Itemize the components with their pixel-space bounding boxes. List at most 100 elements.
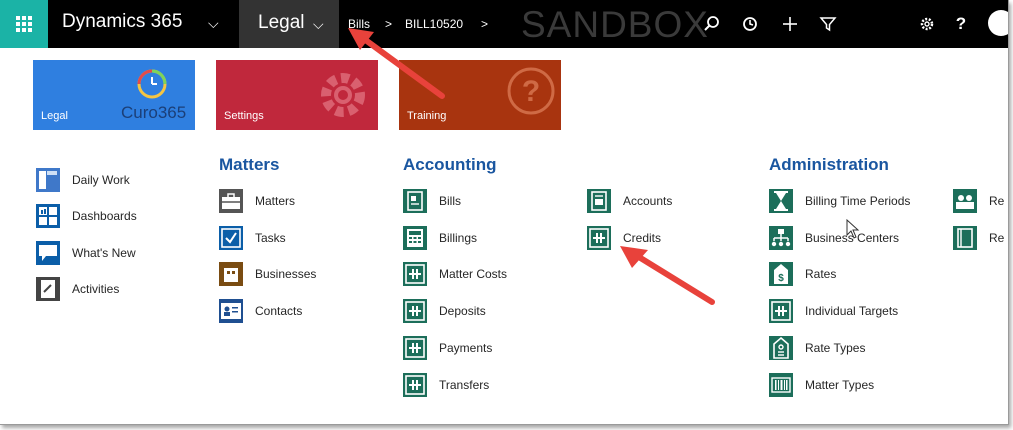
clock-logo-icon <box>137 69 167 99</box>
rate-type-icon <box>769 336 793 360</box>
chevron-down-icon[interactable]: ⌵ <box>208 15 219 32</box>
sidebar-item-label: Activities <box>72 282 120 296</box>
administration-section-title: Administration <box>769 155 889 174</box>
nav-item-label: Deposits <box>439 304 486 318</box>
bill-doc-icon <box>403 189 427 213</box>
nav-item-label: Payments <box>439 341 493 355</box>
chevron-down-icon: ⌵ <box>313 16 324 32</box>
nav-item-label: Re <box>989 231 1005 245</box>
nav-item-matters[interactable]: Matters <box>219 189 295 213</box>
annotation-arrow-icon <box>620 246 715 305</box>
sidebar-item-label: What's New <box>72 246 136 260</box>
nav-item-label: Matters <box>255 194 296 208</box>
area-selector[interactable]: Legal ⌵ <box>239 0 339 48</box>
nav-item-rates[interactable]: $ Rates <box>769 262 836 286</box>
nav-item-transfers[interactable]: Transfers <box>403 373 489 397</box>
app-frame: Dynamics 365 ⌵ Legal ⌵ Bills > BILL10520… <box>0 0 1009 425</box>
notebook-icon <box>953 226 977 250</box>
ledger-icon <box>587 226 611 250</box>
nav-item-label: Individual Targets <box>805 304 899 318</box>
nav-item-billing-time-periods[interactable]: Billing Time Periods <box>769 189 910 213</box>
annotation-arrow-icon <box>348 28 445 99</box>
nav-item-label: Rate Types <box>805 341 866 355</box>
nav-item-individual-targets[interactable]: Individual Targets <box>769 299 898 323</box>
dashboards-icon <box>36 204 60 228</box>
area-label: Legal <box>258 12 305 33</box>
nav-item-matter-costs[interactable]: Matter Costs <box>403 262 507 286</box>
breadcrumb-separator: > <box>481 17 489 31</box>
accounts-doc-icon <box>587 189 611 213</box>
svg-text:$: $ <box>778 273 784 284</box>
nav-item-label: Businesses <box>255 267 317 281</box>
nav-item-label: Matter Costs <box>439 267 508 281</box>
sidebar-item-activities[interactable]: Activities <box>36 277 119 301</box>
briefcase-icon <box>219 189 243 213</box>
legal-tile[interactable]: Curo365 Legal <box>33 60 195 130</box>
nav-item-re-2[interactable]: Re <box>953 226 1004 250</box>
nav-item-label: Rates <box>805 267 837 281</box>
nav-item-label: Bills <box>439 194 462 208</box>
matters-section-title: Matters <box>219 155 280 174</box>
nav-item-label: Accounts <box>623 194 673 208</box>
people-icon <box>953 189 977 213</box>
sidebar-item-whats-new[interactable]: What's New <box>36 241 136 265</box>
nav-item-label: Re <box>989 194 1005 208</box>
nav-item-label: Matter Types <box>805 378 875 392</box>
nav-item-businesses[interactable]: Businesses <box>219 262 316 286</box>
environment-label: SANDBOX <box>521 4 709 45</box>
help-icon: ? <box>507 67 555 115</box>
mouse-cursor-icon <box>846 219 860 239</box>
nav-item-contacts[interactable]: Contacts <box>219 299 302 323</box>
help-icon[interactable]: ? <box>950 13 972 35</box>
nav-item-label: Billing Time Periods <box>805 194 911 208</box>
app-launcher-button[interactable] <box>0 0 48 48</box>
nav-item-rate-types[interactable]: Rate Types <box>769 336 865 360</box>
calculator-icon <box>403 226 427 250</box>
training-tile-label: Training <box>407 110 447 122</box>
task-check-icon <box>219 226 243 250</box>
sidebar-item-dashboards[interactable]: Dashboards <box>36 204 137 228</box>
ledger-icon <box>403 336 427 360</box>
business-icon <box>219 262 243 286</box>
nav-item-label: Contacts <box>255 304 303 318</box>
search-icon[interactable] <box>701 13 723 35</box>
nav-item-billings[interactable]: Billings <box>403 226 477 250</box>
ledger-icon <box>769 299 793 323</box>
app-name[interactable]: Dynamics 365 <box>62 11 182 33</box>
ledger-icon <box>403 373 427 397</box>
accounting-section-title: Accounting <box>403 155 497 174</box>
nav-item-accounts[interactable]: Accounts <box>587 189 672 213</box>
org-chart-icon <box>769 226 793 250</box>
plus-icon[interactable] <box>779 13 801 35</box>
nav-item-deposits[interactable]: Deposits <box>403 299 486 323</box>
contact-card-icon <box>219 299 243 323</box>
waffle-icon <box>16 16 32 32</box>
sidebar-item-label: Daily Work <box>72 173 130 187</box>
nav-item-tasks[interactable]: Tasks <box>219 226 286 250</box>
sidebar-item-label: Dashboards <box>72 209 137 223</box>
nav-item-matter-types[interactable]: Matter Types <box>769 373 874 397</box>
settings-tile-label: Settings <box>224 110 264 122</box>
ledger-icon <box>403 299 427 323</box>
whats-new-icon <box>36 241 60 265</box>
nav-item-label: Tasks <box>255 231 286 245</box>
legal-tile-label: Legal <box>41 110 68 122</box>
activities-icon <box>36 277 60 301</box>
nav-item-payments[interactable]: Payments <box>403 336 492 360</box>
filter-icon[interactable] <box>817 13 839 35</box>
nav-item-bills[interactable]: Bills <box>403 189 461 213</box>
sidebar-item-daily-work[interactable]: Daily Work <box>36 168 130 192</box>
nav-item-business-centers[interactable]: Business Centers <box>769 226 899 250</box>
gear-icon[interactable] <box>916 13 938 35</box>
rate-tag-icon: $ <box>769 262 793 286</box>
avatar[interactable] <box>988 10 1008 36</box>
svg-text:?: ? <box>522 75 540 108</box>
curo365-logo-text: Curo365 <box>121 103 187 122</box>
nav-item-label: Transfers <box>439 378 490 392</box>
nav-item-label: Billings <box>439 231 478 245</box>
daily-work-icon <box>36 168 60 192</box>
nav-item-re-1[interactable]: Re <box>953 189 1004 213</box>
ledger-icon <box>403 262 427 286</box>
history-icon[interactable] <box>739 13 761 35</box>
top-nav-bar: Dynamics 365 ⌵ Legal ⌵ Bills > BILL10520… <box>0 0 1008 48</box>
